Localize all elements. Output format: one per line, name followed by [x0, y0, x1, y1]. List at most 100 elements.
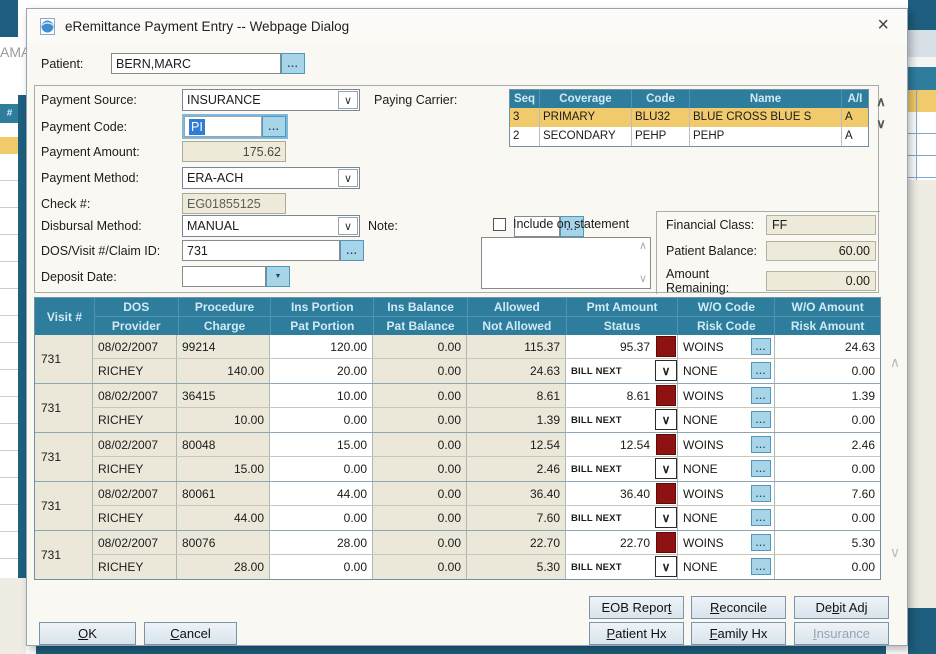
- chevron-down-icon[interactable]: ∨: [338, 169, 358, 187]
- pat-portion-cell[interactable]: 0.00: [270, 408, 373, 432]
- wo-code-browse-button[interactable]: ...: [751, 534, 771, 551]
- risk-code-browse-button[interactable]: ...: [751, 411, 771, 428]
- include-statement-checkbox[interactable]: [493, 218, 506, 231]
- risk-amount-cell[interactable]: 0.00: [775, 555, 880, 579]
- procedure-cell: 36415: [177, 384, 270, 407]
- wo-code-cell[interactable]: WOINS ...: [678, 384, 775, 407]
- dos-visit-field[interactable]: 731: [182, 240, 340, 261]
- close-icon[interactable]: ×: [877, 15, 889, 35]
- pat-portion-cell[interactable]: 0.00: [270, 506, 373, 530]
- scroll-down-icon[interactable]: ∨: [639, 274, 647, 285]
- cancel-button[interactable]: Cancel: [144, 622, 237, 645]
- payment-source-value: INSURANCE: [187, 93, 261, 107]
- patient-hx-button[interactable]: Patient Hx: [589, 622, 684, 645]
- payment-code-field[interactable]: PI: [184, 116, 262, 137]
- pat-portion-cell[interactable]: 20.00: [270, 359, 373, 383]
- scroll-up-icon[interactable]: ∧: [639, 241, 647, 252]
- table-row[interactable]: 731 08/02/2007 80061 44.00 0.00 36.40 36…: [35, 482, 880, 531]
- eob-report-button[interactable]: EOB Report: [589, 596, 684, 619]
- wo-amount-cell[interactable]: 24.63: [775, 335, 880, 358]
- table-row[interactable]: 731 08/02/2007 80076 28.00 0.00 22.70 22…: [35, 531, 880, 579]
- table-row[interactable]: 731 08/02/2007 80048 15.00 0.00 12.54 12…: [35, 433, 880, 482]
- status-dropdown-icon[interactable]: ∨: [655, 458, 677, 479]
- payment-code-browse-button[interactable]: ...: [262, 116, 286, 137]
- status-cell[interactable]: BILL NEXT ∨: [566, 359, 678, 383]
- reconcile-button[interactable]: Reconcile: [691, 596, 786, 619]
- wo-code-cell[interactable]: WOINS ...: [678, 482, 775, 505]
- wo-code-cell[interactable]: WOINS ...: [678, 433, 775, 456]
- status-cell[interactable]: BILL NEXT ∨: [566, 506, 678, 530]
- ins-portion-cell[interactable]: 28.00: [270, 531, 373, 554]
- risk-code-browse-button[interactable]: ...: [751, 362, 771, 379]
- status-cell[interactable]: BILL NEXT ∨: [566, 457, 678, 481]
- table-row[interactable]: 731 08/02/2007 36415 10.00 0.00 8.61 8.6…: [35, 384, 880, 433]
- status-cell[interactable]: BILL NEXT ∨: [566, 555, 678, 579]
- risk-code-browse-button[interactable]: ...: [751, 460, 771, 477]
- scroll-down-icon[interactable]: ∨: [873, 113, 889, 135]
- note-textarea[interactable]: ∧ ∨: [481, 237, 651, 289]
- pmt-amount-cell[interactable]: 22.70: [566, 531, 678, 554]
- status-dropdown-icon[interactable]: ∨: [655, 409, 677, 430]
- ok-button[interactable]: OK: [39, 622, 136, 645]
- wo-code-browse-button[interactable]: ...: [751, 387, 771, 404]
- chevron-down-icon[interactable]: ∨: [338, 91, 358, 109]
- pat-portion-cell[interactable]: 0.00: [270, 555, 373, 579]
- risk-code-cell[interactable]: NONE ...: [678, 457, 775, 481]
- dos-visit-browse-button[interactable]: ...: [340, 240, 364, 261]
- chevron-down-icon[interactable]: ∨: [338, 217, 358, 235]
- payment-source-select[interactable]: INSURANCE ∨: [182, 89, 360, 111]
- debit-adj-button[interactable]: Debit Adj: [794, 596, 889, 619]
- pmt-amount-cell[interactable]: 12.54: [566, 433, 678, 456]
- risk-amount-cell[interactable]: 0.00: [775, 506, 880, 530]
- disbursal-method-select[interactable]: MANUAL ∨: [182, 215, 360, 237]
- wo-code-browse-button[interactable]: ...: [751, 436, 771, 453]
- wo-code-cell[interactable]: WOINS ...: [678, 335, 775, 358]
- carrier-row[interactable]: 2 SECONDARY PEHP PEHP A: [510, 127, 868, 146]
- status-dropdown-icon[interactable]: ∨: [655, 556, 677, 577]
- risk-amount-cell[interactable]: 0.00: [775, 359, 880, 383]
- deposit-date-dropdown-button[interactable]: ▼: [266, 266, 290, 287]
- payment-method-select[interactable]: ERA-ACH ∨: [182, 167, 360, 189]
- grid-header-bottom: Status: [567, 317, 678, 335]
- dialog-titlebar[interactable]: eRemittance Payment Entry -- Webpage Dia…: [27, 9, 907, 43]
- carrier-row-selected[interactable]: 3 PRIMARY BLU32 BLUE CROSS BLUE S A: [510, 108, 868, 127]
- risk-amount-cell[interactable]: 0.00: [775, 457, 880, 481]
- wo-amount-cell[interactable]: 5.30: [775, 531, 880, 554]
- table-row[interactable]: 731 08/02/2007 99214 120.00 0.00 115.37 …: [35, 335, 880, 384]
- ins-portion-cell[interactable]: 10.00: [270, 384, 373, 407]
- provider-cell: RICHEY: [93, 506, 177, 530]
- patient-browse-button[interactable]: ...: [281, 53, 305, 74]
- risk-code-browse-button[interactable]: ...: [751, 509, 771, 526]
- wo-code-browse-button[interactable]: ...: [751, 485, 771, 502]
- risk-amount-cell[interactable]: 0.00: [775, 408, 880, 432]
- family-hx-button[interactable]: Family Hx: [691, 622, 786, 645]
- pmt-amount-cell[interactable]: 36.40: [566, 482, 678, 505]
- scroll-up-icon[interactable]: ∧: [873, 91, 889, 113]
- pmt-amount-cell[interactable]: 95.37: [566, 335, 678, 358]
- status-dropdown-icon[interactable]: ∨: [655, 507, 677, 528]
- grid-scroll-up-icon[interactable]: ∧: [887, 354, 903, 371]
- background-left-footer: [0, 578, 26, 654]
- carrier-header-ai: A/I: [842, 90, 868, 108]
- wo-amount-cell[interactable]: 2.46: [775, 433, 880, 456]
- patient-field[interactable]: BERN,MARC: [111, 53, 281, 74]
- wo-code-browse-button[interactable]: ...: [751, 338, 771, 355]
- ins-portion-cell[interactable]: 15.00: [270, 433, 373, 456]
- status-dropdown-icon[interactable]: ∨: [655, 360, 677, 381]
- ins-portion-cell[interactable]: 44.00: [270, 482, 373, 505]
- pat-portion-cell[interactable]: 0.00: [270, 457, 373, 481]
- status-cell[interactable]: BILL NEXT ∨: [566, 408, 678, 432]
- pmt-amount-cell[interactable]: 8.61: [566, 384, 678, 407]
- risk-code-cell[interactable]: NONE ...: [678, 359, 775, 383]
- wo-amount-cell[interactable]: 1.39: [775, 384, 880, 407]
- grid-scroll-down-icon[interactable]: ∨: [887, 544, 903, 561]
- wo-code-cell[interactable]: WOINS ...: [678, 531, 775, 554]
- carrier-scrollbar[interactable]: ∧ ∨: [873, 91, 889, 135]
- risk-code-cell[interactable]: NONE ...: [678, 408, 775, 432]
- risk-code-browse-button[interactable]: ...: [751, 558, 771, 575]
- ins-portion-cell[interactable]: 120.00: [270, 335, 373, 358]
- risk-code-cell[interactable]: NONE ...: [678, 506, 775, 530]
- risk-code-cell[interactable]: NONE ...: [678, 555, 775, 579]
- deposit-date-field[interactable]: [182, 266, 266, 287]
- wo-amount-cell[interactable]: 7.60: [775, 482, 880, 505]
